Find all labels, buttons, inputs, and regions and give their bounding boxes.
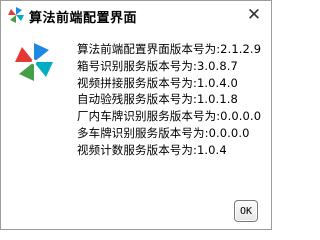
pinwheel-icon <box>15 43 53 81</box>
version-line-video-count: 视频计数服务版本号为:1.0.4 <box>77 142 227 157</box>
close-icon: ✕ <box>246 5 262 25</box>
about-dialog: 算法前端配置界面 ✕ 算法前端配置界面版本号为:2.1.2.9 箱号识别服务版本… <box>0 0 272 230</box>
version-line-damage-check: 自动验残服务版本号为:1.0.1.8 <box>77 92 238 107</box>
ok-button[interactable]: OK <box>234 200 258 222</box>
version-line-frontend: 算法前端配置界面版本号为:2.1.2.9 <box>77 42 262 56</box>
version-line-yard-plate: 厂内车牌识别服务版本号为:0.0.0.0 <box>77 109 262 124</box>
version-line-video-stitch: 视频拼接服务版本号为:1.0.4.0 <box>77 75 238 90</box>
version-line-multi-plate: 多车牌识别服务版本号为:0.0.0.0 <box>77 125 250 140</box>
pinwheel-icon <box>8 7 24 23</box>
title-bar: 算法前端配置界面 ✕ <box>1 1 271 29</box>
version-line-container-id: 箱号识别服务版本号为:3.0.8.7 <box>77 58 238 73</box>
version-info-list: 算法前端配置界面版本号为:2.1.2.9 箱号识别服务版本号为:3.0.8.7 … <box>77 41 261 159</box>
dialog-content: 算法前端配置界面版本号为:2.1.2.9 箱号识别服务版本号为:3.0.8.7 … <box>11 37 263 187</box>
close-button[interactable]: ✕ <box>245 5 263 25</box>
window-title: 算法前端配置界面 <box>29 11 138 26</box>
